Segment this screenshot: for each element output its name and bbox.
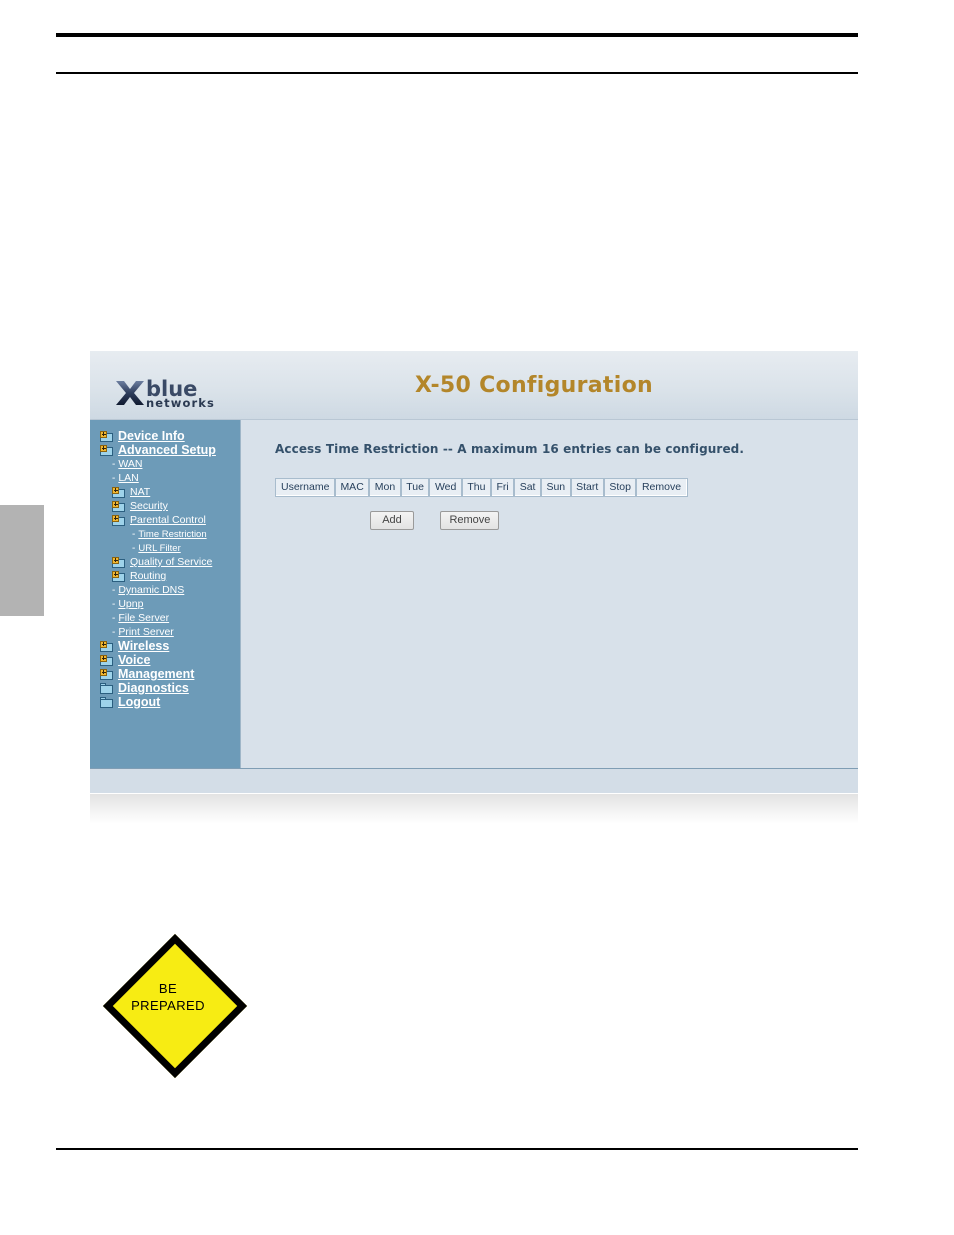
- dash-bullet-icon: -: [112, 459, 116, 470]
- table-col-start: Start: [569, 477, 605, 497]
- sidebar-item-device-info[interactable]: Device Info: [100, 430, 240, 443]
- folder-icon: [100, 682, 114, 695]
- content-heading: Access Time Restriction -- A maximum 16 …: [275, 442, 745, 456]
- sidebar-item-label: Advanced Setup: [118, 443, 216, 457]
- sidebar-item-print-server[interactable]: - Print Server: [100, 626, 240, 639]
- sidebar-item-label: Management: [118, 667, 195, 681]
- sidebar-item-file-server[interactable]: - File Server: [100, 612, 240, 625]
- sidebar-item-wireless[interactable]: Wireless: [100, 640, 240, 653]
- dash-bullet-icon: -: [112, 613, 116, 624]
- sign-line-2: PREPARED: [131, 998, 205, 1013]
- sidebar-item-label: Dynamic DNS: [118, 584, 185, 596]
- sidebar-nav: Device Info Advanced Setup - WAN - LAN N…: [90, 420, 240, 768]
- folder-plus-icon: [100, 640, 114, 653]
- dash-bullet-icon: -: [112, 627, 116, 638]
- sidebar-item-nat[interactable]: NAT: [100, 486, 240, 499]
- sidebar-item-routing[interactable]: Routing: [100, 570, 240, 583]
- action-buttons: Add Remove: [275, 510, 858, 530]
- table-col-username: Username: [274, 477, 336, 497]
- sidebar-item-diagnostics[interactable]: Diagnostics: [100, 682, 240, 695]
- table-col-fri: Fri: [489, 477, 516, 497]
- sidebar-item-label: URL Filter: [138, 543, 181, 554]
- sidebar-item-quality-of-service[interactable]: Quality of Service: [100, 556, 240, 569]
- dash-bullet-icon: -: [112, 585, 116, 596]
- dash-bullet-icon: -: [132, 529, 136, 540]
- folder-plus-icon: [112, 556, 126, 569]
- table-col-mon: Mon: [368, 477, 402, 497]
- router-header: blue networks X-50 Configuration: [90, 351, 858, 420]
- add-button[interactable]: Add: [370, 511, 414, 530]
- sidebar-item-label: Device Info: [118, 429, 185, 443]
- router-body: Device Info Advanced Setup - WAN - LAN N…: [90, 420, 858, 768]
- logo-word-networks: networks: [146, 396, 215, 410]
- sidebar-item-advanced-setup[interactable]: Advanced Setup: [100, 444, 240, 457]
- top-thin-rule: [56, 72, 858, 74]
- sidebar-item-label: Quality of Service: [130, 556, 213, 568]
- sidebar-item-security[interactable]: Security: [100, 500, 240, 513]
- sidebar-item-upnp[interactable]: - Upnp: [100, 598, 240, 611]
- sign-text: BE PREPARED: [103, 980, 233, 1014]
- sidebar-item-label: Time Restriction: [138, 529, 207, 540]
- sidebar-item-label: Wireless: [118, 639, 170, 653]
- sidebar-item-parental-control[interactable]: Parental Control: [100, 514, 240, 527]
- table-col-stop: Stop: [602, 477, 638, 497]
- dash-bullet-icon: -: [112, 473, 116, 484]
- folder-plus-icon: [100, 654, 114, 667]
- sidebar-item-label: Diagnostics: [118, 681, 189, 695]
- sidebar-item-management[interactable]: Management: [100, 668, 240, 681]
- sign-line-1: BE: [158, 981, 178, 996]
- sidebar-item-lan[interactable]: - LAN: [100, 472, 240, 485]
- remove-button[interactable]: Remove: [440, 511, 500, 530]
- screenshot-shadow: [90, 793, 858, 824]
- dash-bullet-icon: -: [132, 543, 136, 554]
- table-col-sun: Sun: [539, 477, 572, 497]
- dash-bullet-icon: -: [112, 599, 116, 610]
- time-restriction-table: Username MAC Mon Tue Wed Thu Fri Sat Sun…: [274, 477, 688, 497]
- main-content: Access Time Restriction -- A maximum 16 …: [240, 420, 858, 768]
- sidebar-item-label: Parental Control: [130, 514, 206, 526]
- table-col-sat: Sat: [513, 477, 542, 497]
- sidebar-item-label: Security: [130, 500, 168, 512]
- router-config-screenshot: blue networks X-50 Configuration Device …: [90, 351, 858, 824]
- sidebar-item-label: Routing: [130, 570, 167, 582]
- sidebar-item-time-restriction[interactable]: - Time Restriction: [100, 528, 240, 541]
- sidebar-item-label: Upnp: [118, 598, 144, 610]
- be-prepared-sign: BE PREPARED: [102, 933, 248, 1079]
- sidebar-item-label: Logout: [118, 695, 161, 709]
- sidebar-item-label: Print Server: [118, 626, 174, 638]
- folder-plus-icon: [112, 486, 126, 499]
- folder-plus-icon: [100, 444, 114, 457]
- table-col-mac: MAC: [333, 477, 371, 497]
- table-col-remove: Remove: [635, 477, 688, 497]
- table-col-wed: Wed: [428, 477, 463, 497]
- folder-plus-icon: [100, 668, 114, 681]
- bottom-thin-rule: [56, 1148, 858, 1150]
- folder-icon: [100, 696, 114, 709]
- folder-plus-icon: [112, 570, 126, 583]
- sidebar-item-voice[interactable]: Voice: [100, 654, 240, 667]
- sidebar-item-logout[interactable]: Logout: [100, 696, 240, 709]
- folder-plus-icon: [100, 430, 114, 443]
- table-col-thu: Thu: [460, 477, 492, 497]
- table-header-row: Username MAC Mon Tue Wed Thu Fri Sat Sun…: [274, 477, 688, 497]
- sidebar-item-dynamic-dns[interactable]: - Dynamic DNS: [100, 584, 240, 597]
- folder-plus-icon: [112, 500, 126, 513]
- sidebar-item-label: LAN: [118, 472, 139, 484]
- table-col-tue: Tue: [399, 477, 431, 497]
- top-thick-rule: [56, 33, 858, 37]
- sidebar-item-label: NAT: [130, 486, 151, 498]
- router-footer: [90, 768, 858, 793]
- page-title: X-50 Configuration: [415, 373, 653, 398]
- sidebar-item-url-filter[interactable]: - URL Filter: [100, 542, 240, 555]
- sidebar-item-label: File Server: [118, 612, 170, 624]
- sidebar-item-wan[interactable]: - WAN: [100, 458, 240, 471]
- folder-plus-icon: [112, 514, 126, 527]
- page-edge-tab: [0, 505, 44, 616]
- sidebar-item-label: WAN: [118, 458, 143, 470]
- sidebar-item-label: Voice: [118, 653, 151, 667]
